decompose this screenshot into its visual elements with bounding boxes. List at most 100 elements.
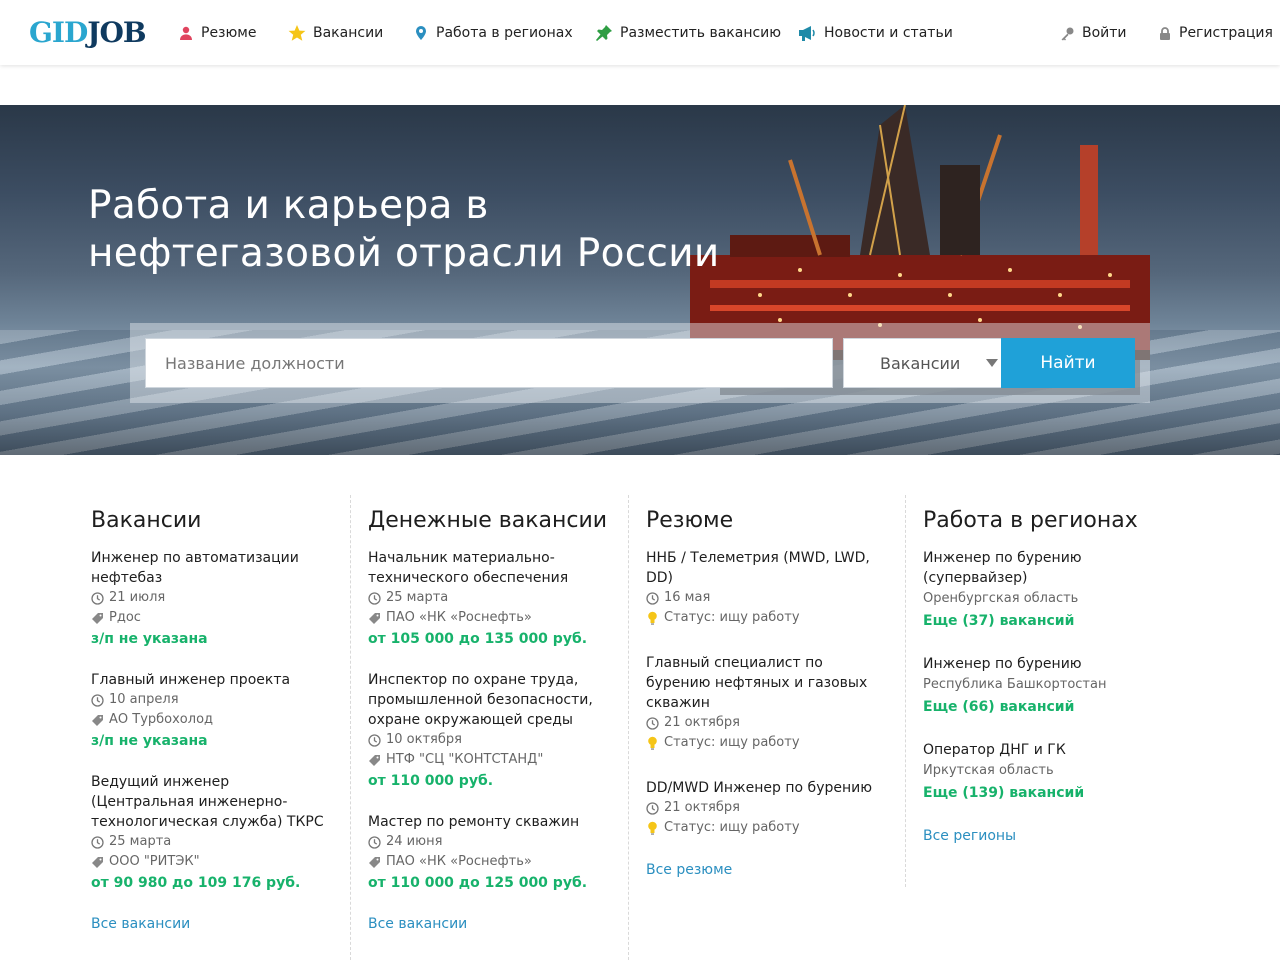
- vacancy-date-text: 25 марта: [386, 590, 449, 605]
- vacancy-item: Главный инженер проекта 10 апреля АО Тур…: [91, 670, 336, 752]
- vacancy-title[interactable]: Инженер по автоматизации нефтебаз: [91, 548, 336, 588]
- resume-heading: Резюме: [646, 508, 734, 533]
- resume-status-text: Статус: ищу работу: [664, 735, 800, 750]
- resume-item: Главный специалист по бурению нефтяных и…: [646, 653, 891, 753]
- regions-column: Работа в регионах Инженер по бурению (су…: [923, 495, 1173, 960]
- vacancy-title[interactable]: Ведущий инженер (Центральная инженерно-т…: [91, 772, 336, 832]
- column-divider: [350, 495, 351, 960]
- vacancy-company: АО Турбохолод: [91, 710, 336, 730]
- vacancy-salary: от 110 000 до 125 000 руб.: [368, 875, 588, 891]
- vacancy-company-text: ПАО «НК «Роснефть»: [386, 610, 532, 625]
- clock-icon: [91, 835, 104, 849]
- vacancies-column: Вакансии Инженер по автоматизации нефтеб…: [91, 495, 336, 960]
- register-label: Регистрация: [1179, 25, 1273, 41]
- logo-part-job: JOB: [87, 16, 146, 49]
- register-link[interactable]: Регистрация: [1158, 22, 1273, 44]
- logo-part-gid: GID: [29, 16, 88, 49]
- resume-date: 21 октября: [646, 798, 891, 818]
- resume-status: Статус: ищу работу: [646, 608, 891, 628]
- resume-title[interactable]: DD/MWD Инженер по бурению: [646, 778, 891, 798]
- all-regions-link[interactable]: Все регионы: [923, 826, 1173, 846]
- tag-icon: [369, 754, 380, 766]
- nav-vacancies[interactable]: Вакансии: [288, 22, 383, 44]
- vacancy-title[interactable]: Начальник материально-технического обесп…: [368, 548, 618, 588]
- search-panel: Вакансии Найти: [130, 323, 1150, 403]
- vacancies-heading: Вакансии: [91, 508, 202, 533]
- job-title-search-input[interactable]: [145, 338, 833, 388]
- hero-banner: Работа и карьера в нефтегазовой отрасли Р…: [0, 105, 1280, 455]
- column-divider: [905, 495, 906, 887]
- vacancy-title[interactable]: Мастер по ремонту скважин: [368, 812, 618, 832]
- vacancy-date: 25 марта: [91, 832, 336, 852]
- star-icon: [288, 25, 306, 41]
- region-more-link[interactable]: Еще (139) вакансий: [923, 782, 1173, 804]
- vacancy-date: 10 апреля: [91, 690, 336, 710]
- vacancy-company-text: АО Турбохолод: [109, 712, 214, 727]
- vacancy-date: 25 марта: [368, 588, 618, 608]
- vacancy-title[interactable]: Главный инженер проекта: [91, 670, 336, 690]
- vacancy-item: Начальник материально-технического обесп…: [368, 548, 618, 650]
- hero-title: Работа и карьера в нефтегазовой отрасли Р…: [88, 182, 808, 278]
- resume-title[interactable]: ННБ / Телеметрия (MWD, LWD, DD): [646, 548, 891, 588]
- login-link[interactable]: Войти: [1060, 22, 1127, 44]
- clock-icon: [646, 801, 659, 815]
- all-money-vacancies-link[interactable]: Все вакансии: [368, 914, 618, 934]
- region-job-title[interactable]: Оператор ДНГ и ГК: [923, 740, 1173, 760]
- map-pin-icon: [416, 26, 426, 40]
- megaphone-icon: [799, 26, 815, 41]
- hero-title-line2: нефтегазовой отрасли России: [88, 231, 720, 276]
- all-resumes-link[interactable]: Все резюме: [646, 860, 891, 880]
- site-logo[interactable]: GIDJOB: [29, 16, 147, 49]
- login-label: Войти: [1082, 25, 1127, 41]
- tag-icon: [92, 856, 103, 868]
- vacancy-company-text: Рдос: [109, 610, 141, 625]
- search-type-select[interactable]: Вакансии: [843, 338, 1003, 388]
- vacancy-salary: з/п не указана: [91, 733, 208, 749]
- clock-icon: [646, 591, 659, 605]
- region-name: Иркутская область: [923, 763, 1054, 778]
- clock-icon: [368, 591, 381, 605]
- vacancy-salary: от 110 000 руб.: [368, 773, 494, 789]
- resume-title[interactable]: Главный специалист по бурению нефтяных и…: [646, 653, 891, 713]
- nav-news[interactable]: Новости и статьи: [798, 22, 953, 44]
- nav-resume[interactable]: Резюме: [178, 22, 256, 44]
- region-job-title[interactable]: Инженер по бурению: [923, 654, 1173, 674]
- lightbulb-icon: [648, 611, 657, 625]
- resume-date-text: 21 октября: [664, 800, 740, 815]
- lightbulb-icon: [648, 736, 657, 750]
- search-button[interactable]: Найти: [1001, 338, 1135, 388]
- lock-icon: [1160, 26, 1170, 40]
- nav-post-vacancy-label: Разместить вакансию: [620, 25, 782, 41]
- vacancy-title[interactable]: Инспектор по охране труда, промышленной …: [368, 670, 618, 730]
- region-more-link[interactable]: Еще (37) вакансий: [923, 610, 1173, 632]
- nav-vacancies-label: Вакансии: [313, 25, 384, 41]
- user-icon: [180, 26, 192, 40]
- vacancy-date-text: 21 июля: [109, 590, 166, 605]
- search-type-value: Вакансии: [880, 353, 961, 373]
- resume-status-text: Статус: ищу работу: [664, 610, 800, 625]
- resume-item: ННБ / Телеметрия (MWD, LWD, DD) 16 мая С…: [646, 548, 891, 628]
- vacancy-company-text: ПАО «НК «Роснефть»: [386, 854, 532, 869]
- key-icon: [1061, 27, 1074, 40]
- vacancy-date-text: 10 октября: [386, 732, 462, 747]
- vacancy-item: Инженер по автоматизации нефтебаз 21 июл…: [91, 548, 336, 650]
- region-item: Оператор ДНГ и ГК Иркутская область Еще …: [923, 740, 1173, 804]
- nav-post-vacancy[interactable]: Разместить вакансию: [595, 22, 781, 44]
- tag-icon: [92, 612, 103, 624]
- money-vacancies-column: Денежные вакансии Начальник материально-…: [368, 495, 618, 960]
- vacancy-company: Рдос: [91, 608, 336, 628]
- vacancy-item: Ведущий инженер (Центральная инженерно-т…: [91, 772, 336, 894]
- resume-status: Статус: ищу работу: [646, 818, 891, 838]
- region-job-title[interactable]: Инженер по бурению (супервайзер): [923, 548, 1173, 588]
- clock-icon: [368, 835, 381, 849]
- resume-date-text: 21 октября: [664, 715, 740, 730]
- region-item: Инженер по бурению Республика Башкортост…: [923, 654, 1173, 718]
- all-vacancies-link[interactable]: Все вакансии: [91, 914, 336, 934]
- vacancy-company-text: ООО "РИТЭК": [109, 854, 200, 869]
- clock-icon: [91, 693, 104, 707]
- nav-regions[interactable]: Работа в регионах: [413, 22, 573, 44]
- hero-title-line1: Работа и карьера в: [88, 183, 489, 228]
- region-more-link[interactable]: Еще (66) вакансий: [923, 696, 1173, 718]
- vacancy-item: Мастер по ремонту скважин 24 июня ПАО «Н…: [368, 812, 618, 894]
- tag-icon: [369, 856, 380, 868]
